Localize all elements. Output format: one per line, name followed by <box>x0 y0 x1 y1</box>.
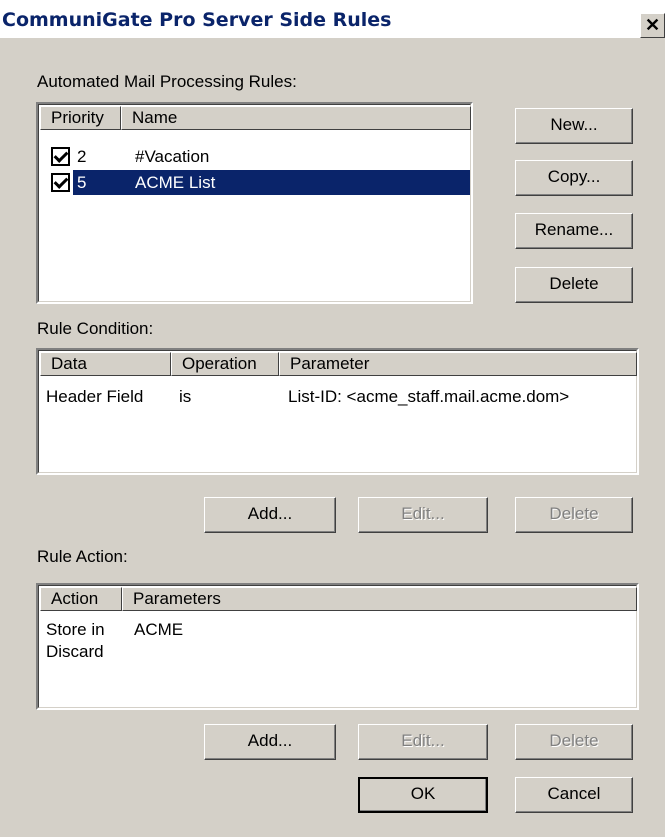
cancel-button[interactable]: Cancel <box>515 777 633 813</box>
condition-row[interactable]: Header Field is List-ID: <acme_staff.mai… <box>40 384 635 409</box>
rename-rule-button[interactable]: Rename... <box>515 213 633 249</box>
copy-rule-button[interactable]: Copy... <box>515 160 633 196</box>
add-action-button[interactable]: Add... <box>204 724 336 760</box>
edit-condition-button[interactable]: Edit... <box>358 497 488 533</box>
close-button[interactable]: ✕ <box>640 13 665 38</box>
delete-rule-button[interactable]: Delete <box>515 267 633 303</box>
action-label: Rule Action: <box>37 547 128 566</box>
column-header-parameters[interactable]: Parameters <box>122 587 637 611</box>
rule-row[interactable]: 2 #Vacation <box>40 144 470 169</box>
column-header-operation[interactable]: Operation <box>171 352 279 376</box>
column-header-data[interactable]: Data <box>40 352 171 376</box>
new-rule-button[interactable]: New... <box>515 108 633 144</box>
delete-action-button[interactable]: Delete <box>515 724 633 760</box>
column-header-priority[interactable]: Priority <box>40 106 121 130</box>
edit-action-button[interactable]: Edit... <box>358 724 488 760</box>
window-title: CommuniGate Pro Server Side Rules <box>2 9 392 31</box>
ok-button[interactable]: OK <box>358 777 488 813</box>
close-icon: ✕ <box>644 15 661 35</box>
rules-header: Priority Name <box>40 106 471 130</box>
action-header: Action Parameters <box>40 587 637 611</box>
condition-list[interactable]: Data Operation Parameter Header Field is… <box>36 348 639 475</box>
condition-label: Rule Condition: <box>37 319 154 338</box>
rules-label: Automated Mail Processing Rules: <box>37 72 297 91</box>
condition-parameter: List-ID: <acme_staff.mail.acme.dom> <box>288 387 570 406</box>
column-header-name[interactable]: Name <box>121 106 471 130</box>
condition-data: Header Field <box>46 387 144 406</box>
column-header-parameter[interactable]: Parameter <box>279 352 637 376</box>
rule-priority: 2 <box>77 147 87 166</box>
title-bar: CommuniGate Pro Server Side Rules ✕ <box>0 0 665 38</box>
rule-name: #Vacation <box>135 147 210 166</box>
action-row[interactable]: Discard <box>40 639 635 664</box>
rule-enabled-checkbox[interactable] <box>51 147 70 166</box>
action-name: Discard <box>46 642 104 661</box>
action-list[interactable]: Action Parameters Store in ACME Discard <box>36 583 639 710</box>
rules-list[interactable]: Priority Name 2 #Vacation 5 ACME List <box>36 102 473 304</box>
delete-condition-button[interactable]: Delete <box>515 497 633 533</box>
rule-name: ACME List <box>135 173 216 192</box>
column-header-action[interactable]: Action <box>40 587 122 611</box>
selection-highlight: 5 ACME List <box>73 170 470 195</box>
rule-priority: 5 <box>77 173 87 192</box>
condition-header: Data Operation Parameter <box>40 352 637 376</box>
condition-operation: is <box>179 387 192 406</box>
rule-row[interactable]: 5 ACME List <box>40 170 470 195</box>
rule-enabled-checkbox[interactable] <box>51 173 70 192</box>
add-condition-button[interactable]: Add... <box>204 497 336 533</box>
